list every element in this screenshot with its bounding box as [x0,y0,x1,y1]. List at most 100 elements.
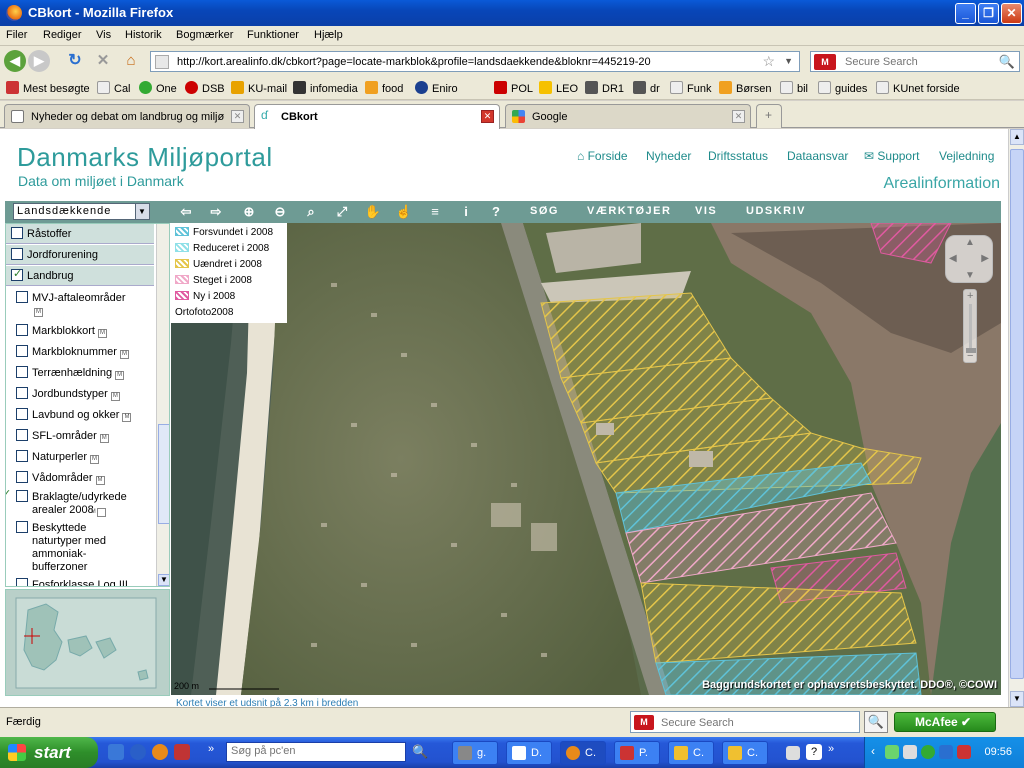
layer-group-jordforurening[interactable]: Jordforurening [6,245,154,265]
layer-item[interactable]: Naturperler M [16,450,148,464]
menu-funktioner[interactable]: Funktioner [247,29,299,41]
chevron-left-icon[interactable]: ‹ [871,744,875,758]
layer-item[interactable]: SFL-områder M [16,429,148,443]
checkbox[interactable] [16,291,28,303]
bookmark-item[interactable]: DR1 [585,81,624,95]
checkbox[interactable] [16,490,28,502]
metadata-icon[interactable]: M [122,413,132,422]
pan-left-icon[interactable]: ◀ [949,253,957,264]
menu-sog[interactable]: SØG [530,205,559,217]
tab-cbkort[interactable]: ɗ CBkort ✕ [254,104,500,129]
checkbox[interactable] [16,366,28,378]
network-icon[interactable] [885,745,899,759]
menu-rediger[interactable]: Rediger [43,29,82,41]
close-button[interactable]: ✕ [1001,3,1022,24]
scroll-down-icon[interactable]: ▼ [1010,691,1024,707]
layer-group-rastoffer[interactable]: Råstoffer [6,224,154,244]
layer-item[interactable]: Braklagte/udyrkede arealer 2008M [16,490,148,517]
taskbar-search-input[interactable] [231,745,401,757]
help-icon[interactable]: ? [806,744,822,760]
bookmark-item[interactable]: infomedia [293,81,358,95]
search-icon[interactable]: 🔍 [999,54,1015,70]
layer-panel-scrollbar[interactable]: ▼ [156,224,169,586]
search-icon[interactable]: 🔍 [412,744,428,760]
layer-item[interactable]: Markbloknummer M [16,345,148,359]
nav-forside[interactable]: ⌂ Forside [577,149,628,163]
layer-item[interactable]: MVJ-aftaleområder M [16,291,148,317]
scrollbar-thumb[interactable] [1010,149,1024,679]
status-search-input[interactable] [661,715,841,730]
checkbox[interactable] [16,450,28,462]
zoom-in-icon[interactable]: ⊕ [238,203,260,221]
metadata-icon[interactable]: M [119,350,129,359]
layer-group-landbrug[interactable]: Landbrug [6,266,154,286]
checkbox[interactable] [16,387,28,399]
taskbar-item[interactable]: P. [614,741,660,765]
search-input[interactable] [845,54,995,70]
menu-hjaelp[interactable]: Hjælp [314,29,343,41]
zoom-in-icon[interactable]: + [967,290,973,302]
bookmark-item[interactable]: KU-mail [231,81,287,95]
pan-down-icon[interactable]: ▼ [965,270,975,281]
taskbar-item[interactable]: g. [452,741,498,765]
bookmark-item[interactable]: Cal [97,81,131,95]
menu-vis[interactable]: Vis [96,29,111,41]
menu-bogmaerker[interactable]: Bogmærker [176,29,233,41]
bookmark-item[interactable]: Eniro [415,81,458,95]
mcafee-badge[interactable]: McAfee ✔ [894,712,996,732]
bookmark-item[interactable]: DSB [185,81,225,95]
chevron-more-icon[interactable]: » [828,743,834,755]
checkbox[interactable] [11,227,23,239]
start-button[interactable]: start [0,737,98,768]
back-button[interactable]: ◀ [4,50,26,72]
metadata-icon[interactable]: M [90,455,100,464]
zoom-extent-icon[interactable]: ⌕ [300,203,322,221]
overview-map[interactable] [5,589,170,696]
minimize-button[interactable]: _ [955,3,976,24]
menu-vaerktojer[interactable]: VÆRKTØJER [587,205,671,217]
status-search-box[interactable]: M [630,711,860,733]
metadata-icon[interactable]: M [91,508,106,517]
arrow-right-icon[interactable]: ⇨ [205,203,227,221]
stop-icon[interactable]: ✕ [92,50,114,72]
checkbox[interactable] [16,521,28,533]
checkbox[interactable] [11,267,23,281]
nav-vejledning[interactable]: Vejledning [939,149,994,163]
bookmark-item[interactable]: guides [818,81,867,95]
page-scrollbar[interactable]: ▲ ▼ [1008,129,1024,707]
keyboard-icon[interactable] [786,746,800,760]
new-tab-button[interactable]: + [756,104,782,128]
checkbox[interactable] [16,578,28,586]
maximize-button[interactable]: ❐ [978,3,999,24]
nav-support[interactable]: ✉ Support [864,149,919,163]
quicklaunch-icon[interactable] [108,744,124,760]
search-icon[interactable]: 🔍 [864,711,888,733]
metadata-icon[interactable]: M [95,476,105,485]
zoom-slider[interactable]: + − [963,289,977,363]
bookmark-item[interactable]: LEO [539,81,578,95]
help-icon[interactable]: ? [485,203,507,221]
tab-google[interactable]: Google ✕ [505,104,751,128]
layer-item[interactable]: Vådområder M [16,471,148,485]
chevron-more-icon[interactable]: » [208,743,214,755]
site-title[interactable]: Danmarks Miljøportal [17,142,273,173]
scrollbar-thumb[interactable] [158,424,169,524]
home-icon[interactable]: ⌂ [120,50,142,72]
checkbox[interactable] [11,248,23,260]
bluetooth-icon[interactable] [939,745,953,759]
nav-nyheder[interactable]: Nyheder [646,149,691,163]
layer-item[interactable]: Markblokkort M [16,324,148,338]
tab-close-icon[interactable]: ✕ [481,110,494,123]
metadata-icon[interactable]: M [97,329,107,338]
taskbar-item[interactable]: C. [560,741,606,765]
zoom-out-icon[interactable]: − [967,350,973,362]
mcafee-icon[interactable] [957,745,971,759]
bookmark-item[interactable]: food [365,81,403,95]
nav-driftsstatus[interactable]: Driftsstatus [708,149,768,163]
checkbox[interactable] [16,324,28,336]
metadata-icon[interactable]: M [110,392,120,401]
search-box[interactable]: M 🔍 [810,51,1020,72]
bookmark-item[interactable]: Mest besøgte [6,81,90,95]
quicklaunch-icon[interactable] [174,744,190,760]
checkbox[interactable] [16,408,28,420]
